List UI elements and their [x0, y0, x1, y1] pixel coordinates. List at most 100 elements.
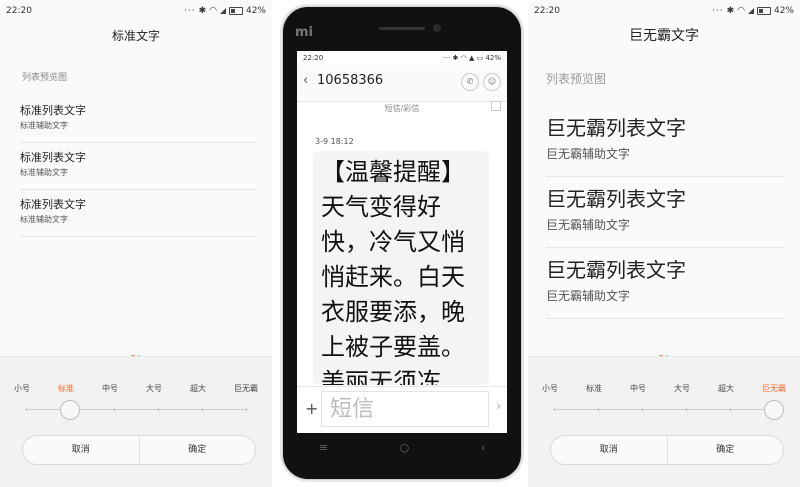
battery-percent: 42% [773, 6, 794, 16]
status-time: 22:20 [534, 6, 560, 16]
huge-text-pane: 22:20 ··· ✱ ◠ 42% 巨无霸文字 列表预览图 巨无霸列表文字 巨无… [528, 0, 800, 487]
conversation-type-label: 短信/彩信 [384, 104, 420, 113]
list-item-primary: 标准列表文字 [20, 198, 86, 211]
list-item-secondary: 巨无霸辅助文字 [546, 147, 631, 161]
list-item-secondary: 标准辅助文字 [20, 168, 68, 177]
section-label: 列表预览图 [22, 73, 68, 83]
contact-icon[interactable]: ☺ [483, 73, 501, 91]
slider-tick [730, 408, 731, 411]
speaker-grille [379, 27, 425, 30]
cancel-button[interactable]: 取消 [551, 436, 667, 464]
phone-status-bar: 22:20 ··· ✱ ◠ ▲ ▭ 42% [297, 51, 507, 65]
preview-list: 巨无霸列表文字 巨无霸辅助文字 巨无霸列表文字 巨无霸辅助文字 巨无霸列表文字 … [546, 106, 784, 319]
size-option-large[interactable]: 大号 [674, 383, 690, 394]
size-settings-panel: 小号 标准 中号 大号 超大 巨无霸 取消 确定 [528, 356, 800, 487]
phone-screen: 22:20 ··· ✱ ◠ ▲ ▭ 42% ‹ 10658366 ✆ ☺ 短信/… [297, 51, 507, 433]
confirm-button[interactable]: 确定 [140, 436, 256, 464]
status-time: 22:20 [6, 6, 32, 16]
slider-thumb[interactable] [764, 400, 784, 420]
conversation-header: ‹ 10658366 ✆ ☺ [297, 65, 507, 102]
slider-tick [686, 408, 687, 411]
phone-battery-percent: 42% [485, 54, 501, 62]
back-arrow-icon[interactable]: ‹ [303, 73, 308, 88]
status-bar: 22:20 ··· ✱ ◠ 42% [528, 0, 800, 22]
list-item[interactable]: 标准列表文字 标准辅助文字 [20, 190, 256, 237]
section-label: 列表预览图 [546, 72, 607, 86]
send-icon[interactable]: › [496, 399, 501, 413]
cancel-button[interactable]: 取消 [23, 436, 139, 464]
list-item[interactable]: 巨无霸列表文字 巨无霸辅助文字 [546, 177, 784, 248]
standard-text-pane: 22:20 ··· ✱ ◠ 42% 标准文字 列表预览图 标准列表文字 标准辅助… [0, 0, 272, 487]
list-item-primary: 巨无霸列表文字 [546, 116, 686, 140]
list-item[interactable]: 标准列表文字 标准辅助文字 [20, 143, 256, 190]
size-option-standard[interactable]: 标准 [58, 383, 74, 394]
menu-key-icon[interactable]: ≡ [319, 441, 328, 461]
size-slider[interactable] [554, 400, 784, 420]
size-option-small[interactable]: 小号 [14, 383, 30, 394]
list-item[interactable]: 巨无霸列表文字 巨无霸辅助文字 [546, 106, 784, 177]
page-title: 标准文字 [111, 29, 160, 43]
phone-device: mi 22:20 ··· ✱ ◠ ▲ ▭ 42% ‹ 10658366 ✆ ☺ … [282, 6, 522, 480]
list-item-secondary: 标准辅助文字 [20, 215, 68, 224]
phone-status-time: 22:20 [303, 54, 324, 62]
wifi-icon: ◠ [737, 6, 745, 16]
list-item-primary: 标准列表文字 [20, 104, 86, 117]
size-labels: 小号 标准 中号 大号 超大 巨无霸 [14, 383, 258, 394]
size-option-huge[interactable]: 巨无霸 [762, 383, 786, 394]
scroll-indicator [491, 101, 501, 111]
status-bar: 22:20 ··· ✱ ◠ 42% [0, 0, 272, 22]
size-option-medium[interactable]: 中号 [102, 383, 118, 394]
message-input[interactable]: 短信 [321, 391, 489, 427]
mi-logo: mi [295, 25, 314, 40]
action-buttons: 取消 确定 [22, 435, 256, 465]
list-item[interactable]: 标准列表文字 标准辅助文字 [20, 96, 256, 143]
plus-icon[interactable]: + [305, 399, 318, 418]
size-slider[interactable] [26, 400, 247, 420]
home-key-icon[interactable]: ○ [400, 441, 410, 461]
size-option-large[interactable]: 大号 [146, 383, 162, 394]
slider-tick [598, 408, 599, 411]
notification-dots-icon: ··· [711, 6, 724, 16]
slider-tick [114, 408, 115, 411]
slider-tick [642, 408, 643, 411]
slider-thumb[interactable] [60, 400, 80, 420]
list-item-secondary: 巨无霸辅助文字 [546, 289, 631, 303]
signal-icon [747, 8, 754, 14]
size-option-huge[interactable]: 巨无霸 [234, 383, 258, 394]
confirm-button[interactable]: 确定 [668, 436, 784, 464]
bluetooth-icon: ✱ [198, 6, 207, 16]
preview-list: 标准列表文字 标准辅助文字 标准列表文字 标准辅助文字 标准列表文字 标准辅助文… [20, 96, 256, 237]
battery-icon [756, 7, 771, 15]
slider-tick [26, 408, 27, 411]
list-item-secondary: 标准辅助文字 [20, 121, 68, 130]
list-item-primary: 巨无霸列表文字 [546, 258, 686, 282]
size-option-xlarge[interactable]: 超大 [718, 383, 734, 394]
message-text: 【温馨提醒】天气变得好快，冷气又悄悄赶来。白天衣服要添，晚上被子要盖。美丽无须冻 [321, 158, 465, 385]
list-item-primary: 标准列表文字 [20, 151, 86, 164]
size-option-medium[interactable]: 中号 [630, 383, 646, 394]
action-buttons: 取消 确定 [550, 435, 784, 465]
wifi-icon: ◠ [209, 6, 217, 16]
battery-percent: 42% [245, 6, 266, 16]
size-option-standard[interactable]: 标准 [586, 383, 602, 394]
size-option-xlarge[interactable]: 超大 [190, 383, 206, 394]
contact-number: 10658366 [317, 73, 384, 88]
slider-tick [202, 408, 203, 411]
page-title: 巨无霸文字 [629, 28, 699, 44]
battery-icon [228, 7, 243, 15]
list-item-secondary: 巨无霸辅助文字 [546, 218, 631, 232]
signal-icon [219, 8, 226, 14]
size-settings-panel: 小号 标准 中号 大号 超大 巨无霸 取消 确定 [0, 356, 272, 487]
notification-dots-icon: ··· [183, 6, 196, 16]
phone-icon[interactable]: ✆ [461, 73, 479, 91]
size-option-small[interactable]: 小号 [542, 383, 558, 394]
message-composer: + 短信 › [297, 386, 507, 433]
list-item-primary: 巨无霸列表文字 [546, 187, 686, 211]
bluetooth-icon: ✱ [726, 6, 735, 16]
message-bubble[interactable]: 【温馨提醒】天气变得好快，冷气又悄悄赶来。白天衣服要添，晚上被子要盖。美丽无须冻 [313, 151, 489, 385]
back-key-icon[interactable]: ‹ [481, 441, 485, 461]
list-item[interactable]: 巨无霸列表文字 巨无霸辅助文字 [546, 248, 784, 319]
slider-tick [246, 408, 247, 411]
size-labels: 小号 标准 中号 大号 超大 巨无霸 [542, 383, 786, 394]
slider-tick [158, 408, 159, 411]
